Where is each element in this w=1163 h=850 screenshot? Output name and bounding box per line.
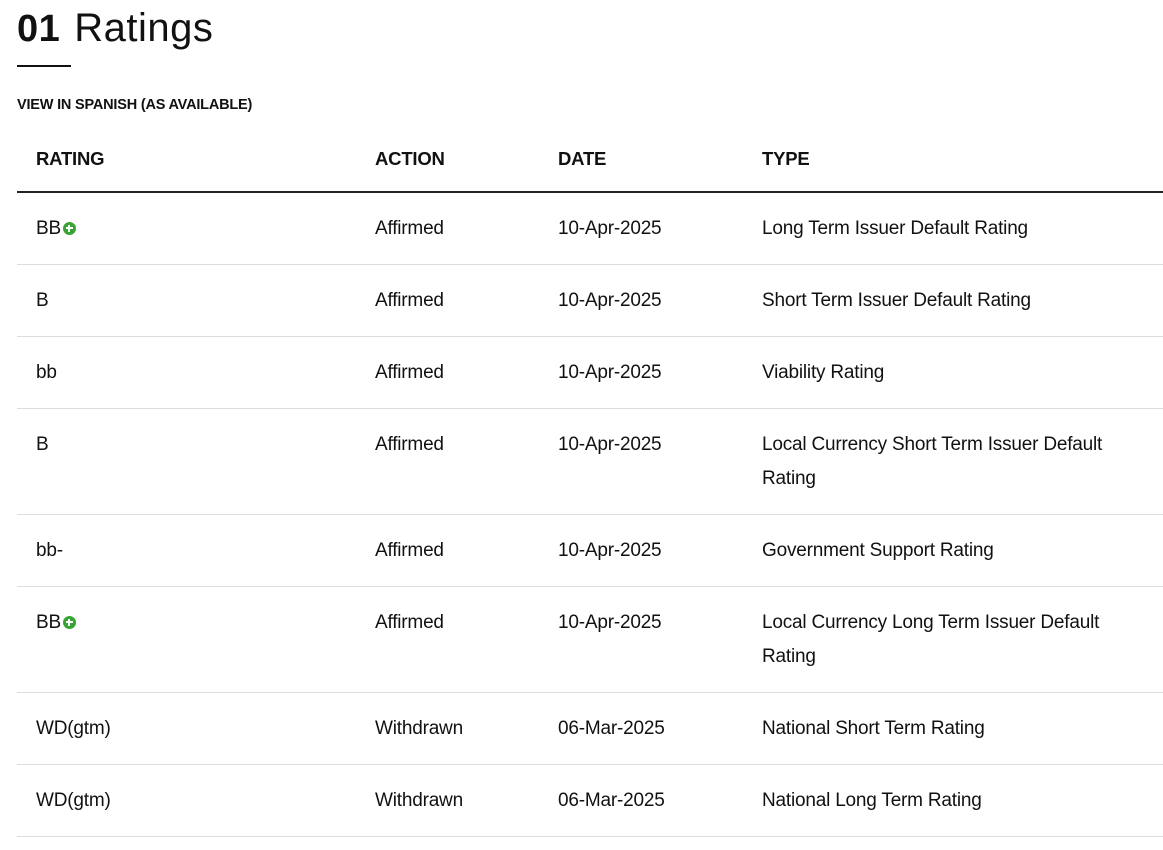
date-cell: 10-Apr-2025 (558, 362, 662, 383)
action-cell: Withdrawn (375, 790, 463, 811)
section-number: 01 (17, 8, 61, 50)
date-cell: 10-Apr-2025 (558, 612, 662, 633)
table-row: BB Affirmed 10-Apr-2025 Long Term Issuer… (17, 193, 1163, 265)
type-cell: Government Support Rating (762, 540, 994, 561)
header-date: DATE (558, 148, 607, 169)
action-cell: Affirmed (375, 434, 444, 455)
section-title: 01 Ratings (17, 8, 213, 48)
positive-outlook-icon (62, 221, 76, 235)
date-cell: 06-Mar-2025 (558, 790, 665, 811)
table-row: bb- Affirmed 10-Apr-2025 Government Supp… (17, 515, 1163, 587)
view-in-spanish-link[interactable]: VIEW IN SPANISH (AS AVAILABLE) (17, 97, 252, 113)
rating-value: B (36, 434, 49, 455)
rating-cell: B (36, 428, 49, 462)
action-cell: Affirmed (375, 612, 444, 633)
type-cell: National Short Term Rating (762, 718, 985, 739)
header-rating: RATING (36, 148, 105, 169)
ratings-table: RATING ACTION DATE TYPE BB Affirmed 10-A… (17, 128, 1163, 837)
rating-value: WD(gtm) (36, 718, 111, 739)
type-cell: Local Currency Long Term Issuer Default … (762, 612, 1100, 667)
action-cell: Affirmed (375, 540, 444, 561)
action-cell: Withdrawn (375, 718, 463, 739)
rating-cell: bb (36, 356, 57, 390)
rating-cell: B (36, 284, 49, 318)
type-cell: Local Currency Short Term Issuer Default… (762, 434, 1103, 489)
rating-cell: bb- (36, 534, 63, 568)
table-row: BB Affirmed 10-Apr-2025 Local Currency L… (17, 587, 1163, 693)
date-cell: 10-Apr-2025 (558, 540, 662, 561)
action-cell: Affirmed (375, 290, 444, 311)
table-row: B Affirmed 10-Apr-2025 Local Currency Sh… (17, 409, 1163, 515)
action-cell: Affirmed (375, 218, 444, 239)
date-cell: 10-Apr-2025 (558, 218, 662, 239)
table-header-row: RATING ACTION DATE TYPE (17, 128, 1163, 193)
rating-cell: BB (36, 606, 76, 640)
section-number-underline (17, 65, 71, 67)
section-header: 01 Ratings (17, 8, 213, 68)
header-type: TYPE (762, 148, 810, 169)
table-row: B Affirmed 10-Apr-2025 Short Term Issuer… (17, 265, 1163, 337)
table-row: WD(gtm) Withdrawn 06-Mar-2025 National S… (17, 693, 1163, 765)
date-cell: 10-Apr-2025 (558, 434, 662, 455)
rating-value: WD(gtm) (36, 790, 111, 811)
rating-value: B (36, 290, 49, 311)
table-row: WD(gtm) Withdrawn 06-Mar-2025 National L… (17, 765, 1163, 837)
rating-cell: BB (36, 212, 76, 246)
rating-value: BB (36, 612, 61, 633)
rating-value: BB (36, 218, 61, 239)
rating-cell: WD(gtm) (36, 712, 111, 746)
type-cell: Long Term Issuer Default Rating (762, 218, 1028, 239)
rating-cell: WD(gtm) (36, 784, 111, 818)
section-name: Ratings (74, 6, 214, 50)
type-cell: National Long Term Rating (762, 790, 982, 811)
action-cell: Affirmed (375, 362, 444, 383)
type-cell: Viability Rating (762, 362, 885, 383)
positive-outlook-icon (62, 615, 76, 629)
date-cell: 06-Mar-2025 (558, 718, 665, 739)
rating-value: bb- (36, 540, 63, 561)
header-action: ACTION (375, 148, 445, 169)
date-cell: 10-Apr-2025 (558, 290, 662, 311)
table-row: bb Affirmed 10-Apr-2025 Viability Rating (17, 337, 1163, 409)
type-cell: Short Term Issuer Default Rating (762, 290, 1031, 311)
rating-value: bb (36, 362, 57, 383)
